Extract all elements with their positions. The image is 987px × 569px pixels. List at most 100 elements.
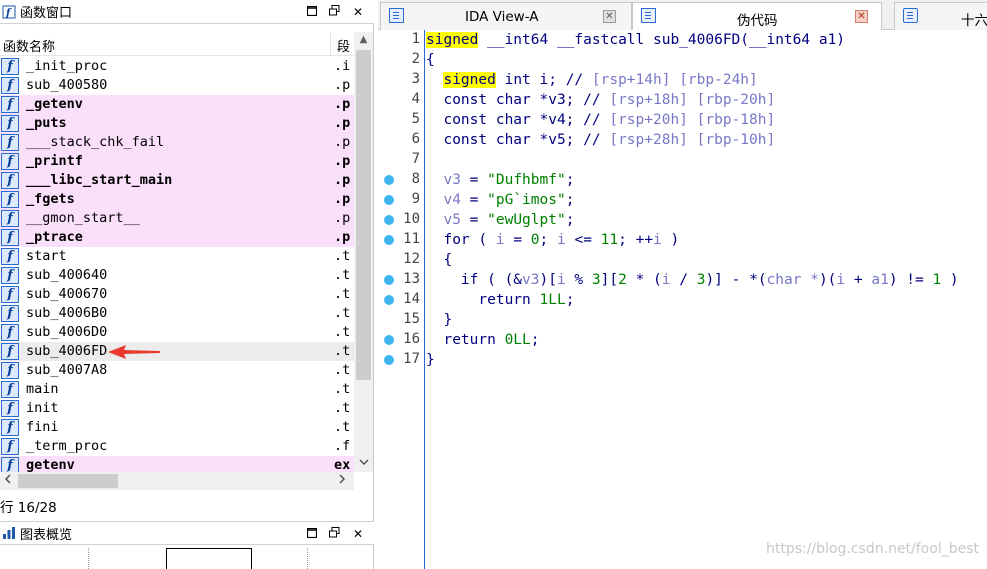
gutter-line[interactable]: 2: [378, 50, 422, 70]
function-name: _puts: [26, 115, 67, 131]
function-row[interactable]: f _ptrace .p: [0, 228, 354, 247]
function-row[interactable]: f sub_4007A8 .t: [0, 361, 354, 380]
breakpoint-dot-icon[interactable]: [384, 275, 394, 285]
code-line-4[interactable]: const char *v3; // [rsp+18h] [rbp-20h]: [426, 90, 775, 110]
gutter-line[interactable]: 17: [378, 350, 422, 370]
breakpoint-dot-icon[interactable]: [384, 355, 394, 365]
function-row[interactable]: f _puts .p: [0, 114, 354, 133]
gutter-line[interactable]: 6: [378, 130, 422, 150]
gutter-line[interactable]: 3: [378, 70, 422, 90]
gutter-line[interactable]: 5: [378, 110, 422, 130]
scroll-right-icon[interactable]: [334, 472, 350, 490]
gutter-line[interactable]: 15: [378, 310, 422, 330]
scroll-up-icon[interactable]: ▲: [354, 32, 373, 48]
function-row[interactable]: f sub_4006FD .t: [0, 342, 354, 361]
code-line-9[interactable]: v4 = "pG`imos";: [426, 190, 574, 210]
function-row[interactable]: f fini .t: [0, 418, 354, 437]
gutter-line[interactable]: 7: [378, 150, 422, 170]
column-segment[interactable]: 段: [337, 36, 350, 55]
function-name: fini: [26, 419, 59, 435]
function-row[interactable]: f ___stack_chk_fail .p: [0, 133, 354, 152]
function-icon: f: [1, 267, 19, 284]
scroll-left-icon[interactable]: [0, 472, 16, 490]
graph-viewport-frame[interactable]: [166, 548, 252, 569]
function-row[interactable]: f _init_proc .i: [0, 57, 354, 76]
gutter-line[interactable]: 4: [378, 90, 422, 110]
gutter-line[interactable]: 11: [378, 230, 422, 250]
breakpoint-dot-icon[interactable]: [384, 235, 394, 245]
breakpoint-dot-icon[interactable]: [384, 175, 394, 185]
code-line-1[interactable]: signed __int64 __fastcall sub_4006FD(__i…: [426, 30, 845, 50]
function-row[interactable]: f _fgets .p: [0, 190, 354, 209]
functions-horizontal-scrollbar[interactable]: [0, 472, 354, 490]
graph-restore-icon[interactable]: [304, 526, 320, 542]
graph-close-icon[interactable]: ✕: [350, 526, 366, 542]
function-name: init: [26, 400, 59, 416]
function-segment: .p: [334, 229, 351, 245]
function-row[interactable]: f ___libc_start_main .p: [0, 171, 354, 190]
gutter-line[interactable]: 14: [378, 290, 422, 310]
function-row[interactable]: f _printf .p: [0, 152, 354, 171]
code-line-5[interactable]: const char *v4; // [rsp+20h] [rbp-18h]: [426, 110, 775, 130]
hscroll-thumb[interactable]: [18, 474, 118, 488]
graph-float-icon[interactable]: [326, 526, 342, 542]
column-function-name[interactable]: 函数名称: [3, 36, 55, 55]
tab-hex-view[interactable]: 十六: [894, 2, 987, 30]
function-row[interactable]: f sub_4006D0 .t: [0, 323, 354, 342]
code-line-14[interactable]: return 1LL;: [426, 290, 574, 310]
breakpoint-dot-icon[interactable]: [384, 195, 394, 205]
tab-pseudocode[interactable]: 伪代码 ✕: [632, 2, 882, 31]
function-row[interactable]: f getenv ex: [0, 456, 354, 472]
function-row[interactable]: f main .t: [0, 380, 354, 399]
scroll-thumb[interactable]: [356, 50, 371, 380]
function-row[interactable]: f __gmon_start__ .p: [0, 209, 354, 228]
code-line-6[interactable]: const char *v5; // [rsp+28h] [rbp-10h]: [426, 130, 775, 150]
gutter-line[interactable]: 13: [378, 270, 422, 290]
code-line-11[interactable]: for ( i = 0; i <= 11; ++i ): [426, 230, 679, 250]
code-line-2[interactable]: {: [426, 50, 435, 70]
close-icon[interactable]: ✕: [350, 4, 366, 20]
function-row[interactable]: f sub_400580 .p: [0, 76, 354, 95]
gutter-line[interactable]: 16: [378, 330, 422, 350]
function-name: ___stack_chk_fail: [26, 134, 165, 150]
float-icon[interactable]: [326, 4, 342, 20]
function-icon: f: [1, 153, 19, 170]
code-line-3[interactable]: signed int i; // [rsp+14h] [rbp-24h]: [426, 70, 758, 90]
function-row[interactable]: f sub_4006B0 .t: [0, 304, 354, 323]
function-row[interactable]: f _term_proc .f: [0, 437, 354, 456]
tab-ida-view-a[interactable]: IDA View-A ✕: [380, 2, 632, 30]
function-row[interactable]: f sub_400640 .t: [0, 266, 354, 285]
function-name: sub_400580: [26, 77, 108, 93]
gutter-line[interactable]: 1: [378, 30, 422, 50]
pseudocode-pane: IDA View-A ✕ 伪代码 ✕ 十六 1 2 3 4 5 6 7 8 9 10 11 12 13 1…: [378, 0, 987, 569]
gutter-line[interactable]: 10: [378, 210, 422, 230]
function-segment: .p: [334, 96, 351, 112]
code-line-16[interactable]: return 0LL;: [426, 330, 539, 350]
code-line-8[interactable]: v3 = "Dufhbmf";: [426, 170, 574, 190]
function-row[interactable]: f _getenv .p: [0, 95, 354, 114]
code-line-12[interactable]: {: [426, 250, 452, 270]
pseudocode-editor[interactable]: signed __int64 __fastcall sub_4006FD(__i…: [424, 30, 987, 569]
function-row[interactable]: f sub_400670 .t: [0, 285, 354, 304]
code-line-17[interactable]: }: [426, 350, 435, 370]
tab-ida-view-a-close-icon[interactable]: ✕: [603, 10, 616, 23]
gutter-line[interactable]: 9: [378, 190, 422, 210]
gutter-line[interactable]: 12: [378, 250, 422, 270]
line-number-gutter[interactable]: 1 2 3 4 5 6 7 8 9 10 11 12 13 14 15 16 17: [378, 30, 424, 569]
breakpoint-dot-icon[interactable]: [384, 295, 394, 305]
gutter-line[interactable]: 8: [378, 170, 422, 190]
function-name: _fgets: [26, 191, 75, 207]
functions-vertical-scrollbar[interactable]: ▲: [354, 32, 373, 472]
restore-icon[interactable]: [304, 4, 320, 20]
code-line-10[interactable]: v5 = "ewUglpt";: [426, 210, 574, 230]
functions-list[interactable]: f _init_proc .i f sub_400580 .p f _getenv .p f _pu…: [0, 57, 354, 472]
function-row[interactable]: f start .t: [0, 247, 354, 266]
line-number: 14: [403, 291, 420, 307]
breakpoint-dot-icon[interactable]: [384, 335, 394, 345]
breakpoint-dot-icon[interactable]: [384, 215, 394, 225]
function-row[interactable]: f init .t: [0, 399, 354, 418]
scroll-down-icon[interactable]: [354, 456, 373, 472]
code-line-15[interactable]: }: [426, 310, 452, 330]
tab-pseudocode-close-icon[interactable]: ✕: [855, 10, 868, 23]
code-line-13[interactable]: if ( (&v3)[i % 3][2 * (i / 3)] - *(char …: [426, 270, 959, 290]
